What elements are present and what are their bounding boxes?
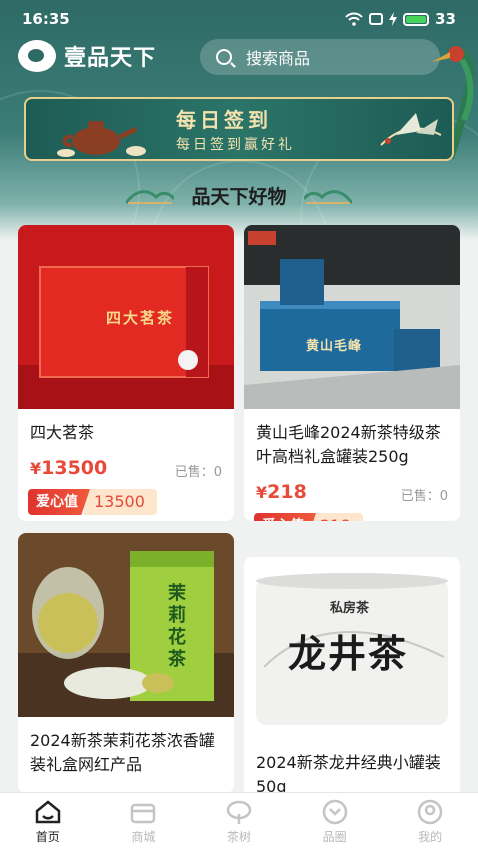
search-icon xyxy=(216,49,232,65)
product-image xyxy=(18,533,234,717)
app-logo: 壹品天下 xyxy=(18,40,156,72)
screen-icon xyxy=(369,13,384,25)
crane-icon xyxy=(380,113,442,146)
product-title: 黄山毛峰2024新茶特级茶叶高档礼盒罐装250g xyxy=(256,423,441,466)
product-title: 2024新茶龙井经典小罐装50g xyxy=(256,753,441,796)
circle-icon xyxy=(322,799,347,825)
battery-icon xyxy=(403,12,430,26)
product-card[interactable]: 私房茶 龙井茶 2024新茶龙井经典小罐装50g xyxy=(244,557,460,797)
nav-profile[interactable]: 我的 xyxy=(382,793,478,850)
love-value-badge: 爱心值 13500 xyxy=(28,489,157,515)
checkin-banner[interactable]: 每日签到 每日签到赢好礼 xyxy=(24,97,454,161)
store-icon xyxy=(131,803,156,824)
tree-icon xyxy=(226,800,252,824)
product-title: 四大茗茶 xyxy=(30,423,95,442)
nav-label: 首页 xyxy=(35,830,60,844)
product-price: ¥13500 xyxy=(30,457,108,479)
love-value-badge: 爱心值 218 xyxy=(254,513,363,521)
product-sold: 已售：0 xyxy=(400,489,448,504)
nav-label: 我的 xyxy=(418,830,443,844)
teapot-icon xyxy=(57,121,146,157)
nav-store[interactable]: 商城 xyxy=(96,793,192,850)
product-image-text: 龙井茶 xyxy=(288,632,409,676)
search-bar[interactable]: 搜索商品 xyxy=(200,39,440,75)
status-bar: 16:35 33 xyxy=(0,0,478,38)
search-placeholder: 搜索商品 xyxy=(246,49,311,68)
product-image-text: 茉莉花茶 xyxy=(168,583,186,670)
product-card[interactable]: 四大茗茶 四大茗茶 ¥13500 已售：0 爱心值 13500 xyxy=(18,225,234,521)
nav-tree[interactable]: 茶树 xyxy=(191,793,287,850)
nav-circle[interactable]: 品圈 xyxy=(287,793,383,850)
battery-level: 33 xyxy=(435,10,456,28)
section-decoration-right xyxy=(304,190,352,204)
home-icon xyxy=(35,800,61,824)
nav-label: 商城 xyxy=(131,830,156,844)
charging-icon xyxy=(389,12,398,26)
product-card[interactable]: 茉莉花茶 2024新茶茉莉花茶浓香罐装礼盒网红产品 xyxy=(18,533,234,793)
love-tag: 爱心值 xyxy=(254,513,316,521)
app-header: 壹品天下 搜索商品 xyxy=(0,38,478,78)
nav-label: 茶树 xyxy=(226,830,251,844)
product-card[interactable]: 黄山毛峰 黄山毛峰2024新茶特级茶叶高档礼盒罐装250g ¥218 已售：0 … xyxy=(244,225,460,521)
wifi-icon xyxy=(345,12,363,26)
status-time: 16:35 xyxy=(22,10,70,28)
section-title: 品天下好物 xyxy=(191,186,287,208)
nav-label: 品圈 xyxy=(322,830,347,844)
bottom-nav: 首页 商城 茶树 品圈 我的 xyxy=(0,792,478,850)
nav-home[interactable]: 首页 xyxy=(0,793,96,850)
product-image-text: 黄山毛峰 xyxy=(306,339,363,354)
banner-title: 每日签到 xyxy=(176,108,272,132)
product-image xyxy=(244,225,460,409)
love-value: 218 xyxy=(310,513,363,521)
product-image-subtext: 私房茶 xyxy=(330,601,370,616)
profile-icon xyxy=(417,799,443,825)
love-value: 13500 xyxy=(84,489,157,515)
product-price: ¥218 xyxy=(256,481,307,503)
product-sold: 已售：0 xyxy=(174,465,222,480)
love-tag: 爱心值 xyxy=(28,489,90,515)
banner-subtitle: 每日签到赢好礼 xyxy=(176,137,295,153)
product-title: 2024新茶茉莉花茶浓香罐装礼盒网红产品 xyxy=(30,731,215,774)
app-name: 壹品天下 xyxy=(64,46,157,71)
logo-icon xyxy=(18,40,56,72)
product-image-text: 四大茗茶 xyxy=(106,309,175,327)
